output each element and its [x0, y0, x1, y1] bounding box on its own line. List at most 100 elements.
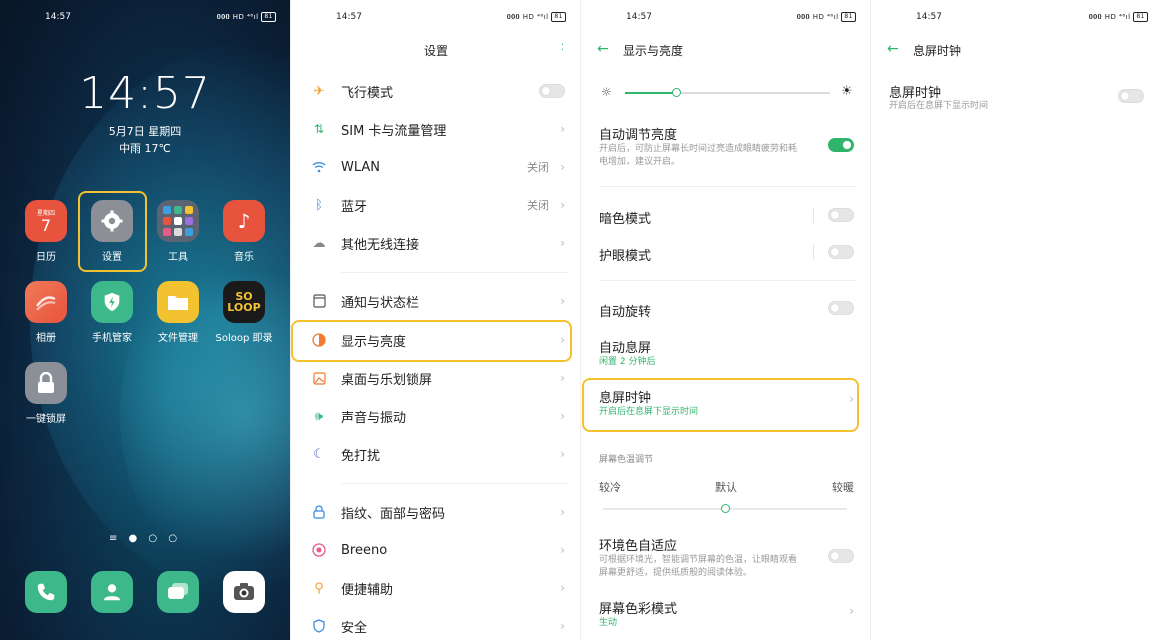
- chevron-right-icon: ›: [560, 371, 565, 385]
- battery-icon: 81: [1133, 12, 1148, 22]
- phone-icon: [25, 571, 67, 613]
- app-tools-folder[interactable]: 工具: [148, 200, 208, 263]
- aod-screen: 14:57 𝟎𝟎𝟎 HD ⁴⁶ıl 81 ← 息屏时钟 息屏时钟 开启后在息屏下…: [870, 0, 1162, 640]
- shield-bolt-icon: [91, 281, 133, 323]
- signal-icons: 𝟎𝟎𝟎 HD ⁴⁶ıl: [1088, 13, 1131, 21]
- app-one-key-lock[interactable]: 一键锁屏: [16, 362, 76, 425]
- app-label: 文件管理: [158, 333, 198, 344]
- chevron-right-icon: ›: [849, 392, 854, 406]
- gear-icon: [91, 200, 133, 242]
- breeno-icon: [311, 542, 327, 558]
- auto-sleep-title[interactable]: 自动息屏: [599, 337, 651, 356]
- status-time: 14:57: [916, 12, 942, 22]
- ambient-toggle[interactable]: [828, 549, 854, 563]
- airplane-mode-toggle[interactable]: [539, 84, 565, 98]
- settings-item-bluetooth[interactable]: ᛒ 蓝牙 关闭 ›: [291, 186, 580, 224]
- status-icons: 𝟎𝟎𝟎 HD ⁴⁶ıl 81: [1089, 12, 1148, 22]
- chevron-right-icon: ›: [849, 604, 854, 618]
- more-options-icon[interactable]: · ·: [561, 41, 564, 56]
- settings-item-security-biometrics[interactable]: 指纹、面部与密码 ›: [291, 493, 580, 531]
- settings-screen: 14:57 𝟎𝟎𝟎 HD ⁴⁶ıl 81 设置 · · ✈ 飞行模式 ⇅ SIM …: [290, 0, 580, 640]
- chevron-right-icon: ›: [560, 198, 565, 212]
- settings-item-notifications[interactable]: 通知与状态栏 ›: [291, 282, 580, 320]
- back-arrow-icon[interactable]: ←: [887, 41, 899, 57]
- app-label: 手机管家: [92, 333, 132, 344]
- wallpaper-icon: [311, 370, 327, 386]
- signal-icons: 𝟎𝟎𝟎 HD ⁴⁶ıl: [506, 13, 549, 21]
- settings-item-home-lock[interactable]: 桌面与乐划锁屏 ›: [291, 359, 580, 397]
- back-arrow-icon[interactable]: ←: [597, 41, 609, 57]
- aod-title[interactable]: 息屏时钟: [599, 387, 651, 406]
- color-temp-section-label: 屏幕色温调节: [599, 455, 654, 465]
- brightness-slider-thumb[interactable]: [671, 88, 681, 97]
- settings-item-sound[interactable]: 🕪 声音与振动 ›: [291, 397, 580, 435]
- wireless-connection-icon: ☁: [312, 235, 326, 251]
- dock-contacts[interactable]: [82, 571, 142, 619]
- settings-item-airplane-mode[interactable]: ✈ 飞行模式: [291, 72, 580, 110]
- dock-messages[interactable]: [148, 571, 208, 619]
- settings-item-security[interactable]: 安全 ›: [291, 607, 580, 640]
- auto-brightness-toggle[interactable]: [828, 138, 854, 152]
- chevron-right-icon: ›: [560, 236, 565, 250]
- color-temp-warm-label: 较暖: [832, 481, 854, 494]
- auto-rotate-toggle[interactable]: [828, 301, 854, 315]
- page-title: 息屏时钟: [913, 44, 962, 58]
- lock-icon: [311, 504, 327, 520]
- dock-phone[interactable]: [16, 571, 76, 619]
- app-calendar[interactable]: 星期四 7 日历: [16, 200, 76, 263]
- chevron-right-icon: ›: [560, 333, 565, 347]
- color-temp-cool-label: 较冷: [599, 481, 621, 494]
- settings-item-label: 免打扰: [341, 448, 381, 464]
- page-indicator: ≡ ● ○ ○: [108, 533, 182, 544]
- home-clock: 14:57: [79, 68, 211, 119]
- eye-care-toggle[interactable]: [828, 245, 854, 259]
- app-settings[interactable]: 设置: [82, 200, 142, 263]
- page-title: 设置: [423, 44, 448, 58]
- speaker-icon: 🕪: [314, 408, 324, 424]
- eye-care-title[interactable]: 护眼模式: [599, 245, 651, 264]
- page-title: 显示与亮度: [623, 44, 684, 58]
- settings-item-label: 桌面与乐划锁屏: [341, 372, 433, 388]
- chevron-right-icon: ›: [560, 505, 565, 519]
- settings-item-dnd[interactable]: ☾ 免打扰 ›: [291, 435, 580, 473]
- status-icons: 𝟎𝟎𝟎 HD ⁴⁶ıl 81: [797, 12, 856, 22]
- color-temp-slider-thumb[interactable]: [720, 504, 730, 513]
- status-icons: 𝟎𝟎𝟎 HD ⁴⁶ıl 81: [217, 12, 276, 22]
- settings-item-other-wireless[interactable]: ☁ 其他无线连接 ›: [291, 224, 580, 262]
- dock-camera[interactable]: [214, 571, 274, 619]
- settings-item-label: 指纹、面部与密码: [341, 506, 446, 522]
- battery-icon: 81: [261, 12, 276, 22]
- chevron-right-icon: ›: [560, 122, 565, 136]
- settings-item-label: 显示与亮度: [341, 334, 407, 350]
- app-music[interactable]: ♪ 音乐: [214, 200, 274, 263]
- chevron-right-icon: ›: [560, 409, 565, 423]
- settings-item-label: 其他无线连接: [341, 237, 420, 253]
- settings-item-label: WLAN: [341, 159, 381, 175]
- auto-brightness-desc-1: 开启后，可防止屏幕长时间过亮造成眼睛疲劳和耗: [599, 144, 798, 154]
- status-time: 14:57: [626, 12, 652, 22]
- settings-item-wlan[interactable]: WLAN 关闭 ›: [291, 148, 580, 186]
- section-divider: [599, 280, 856, 281]
- settings-item-breeno[interactable]: Breeno ›: [291, 531, 580, 569]
- color-mode-title[interactable]: 屏幕色彩模式: [599, 598, 677, 617]
- app-photos[interactable]: 相册: [16, 281, 76, 344]
- settings-item-sim[interactable]: ⇅ SIM 卡与流量管理 ›: [291, 110, 580, 148]
- aod-toggle[interactable]: [1118, 89, 1144, 103]
- color-temp-default-label: 默认: [715, 481, 737, 494]
- app-phone-manager[interactable]: 手机管家: [82, 281, 142, 344]
- settings-item-accessibility[interactable]: ⚲ 便捷辅助 ›: [291, 569, 580, 607]
- dark-mode-toggle[interactable]: [828, 208, 854, 222]
- auto-brightness-desc-2: 电增加，建议开启。: [599, 157, 681, 167]
- app-file-manager[interactable]: 文件管理: [148, 281, 208, 344]
- signal-icons: 𝟎𝟎𝟎 HD ⁴⁶ıl: [216, 13, 259, 21]
- notification-bar-icon: [311, 293, 327, 309]
- location-pin-icon: ⚲: [314, 580, 324, 596]
- camera-icon: [223, 571, 265, 613]
- app-soloop[interactable]: SO LOOP Soloop 即录: [214, 281, 274, 344]
- shield-icon: [311, 618, 327, 634]
- dark-mode-title[interactable]: 暗色模式: [599, 208, 651, 227]
- app-label: 一键锁屏: [26, 414, 66, 425]
- brightness-contrast-icon: [311, 332, 327, 348]
- settings-item-value: 关闭: [527, 161, 549, 174]
- settings-item-display-brightness[interactable]: 显示与亮度 ›: [291, 321, 580, 359]
